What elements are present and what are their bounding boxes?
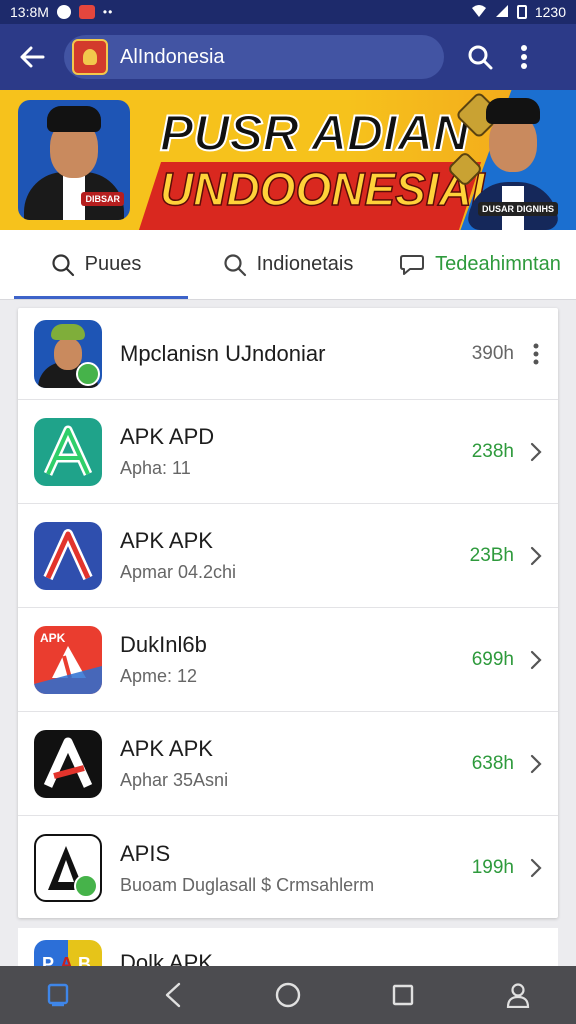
app-meta: 199h	[471, 857, 514, 878]
list-item[interactable]: APK APK Apmar 04.2chi 23Bh	[18, 504, 558, 608]
status-battery-text: 1230	[534, 4, 566, 20]
garuda-emblem-icon	[72, 39, 108, 75]
tab-label: Puues	[84, 253, 142, 275]
app-bar: AlIndonesia	[0, 24, 576, 90]
tab-indionetais[interactable]: Indionetais	[192, 230, 384, 299]
banner-title-line2: UNDOONESIAI	[159, 162, 485, 216]
back-icon[interactable]	[149, 971, 197, 1019]
chevron-right-icon[interactable]	[526, 439, 546, 465]
search-bar[interactable]: AlIndonesia	[64, 35, 444, 79]
overview-icon[interactable]	[379, 971, 427, 1019]
more-vert-icon[interactable]	[502, 35, 546, 79]
app-meta: 638h	[471, 752, 514, 774]
vpn-icon	[56, 5, 71, 19]
status-time: 13:8M	[10, 4, 49, 20]
list-item[interactable]: APK APD Apha: 11 238h	[18, 400, 558, 504]
chevron-right-icon[interactable]	[526, 855, 546, 881]
recent-apps-icon[interactable]	[34, 971, 82, 1019]
system-nav-bar	[0, 966, 576, 1024]
chevron-right-icon[interactable]	[526, 751, 546, 777]
list-item[interactable]: APK DukInl6b Apme: 12 699h	[18, 608, 558, 712]
search-icon[interactable]	[458, 35, 502, 79]
search-icon	[52, 253, 74, 276]
badge-icon	[74, 874, 98, 898]
status-right: 1230	[471, 4, 566, 21]
banner-right-tag: DUSAR DIGNIHS	[477, 202, 558, 216]
chevron-right-icon[interactable]	[526, 543, 546, 569]
apk-red-icon: APK	[34, 625, 102, 694]
more-notifications-icon: ••	[102, 5, 114, 19]
tab-tedeahimntan[interactable]: Tedeahimntan	[384, 230, 576, 299]
chevron-right-icon[interactable]	[526, 647, 546, 673]
tab-bar: Puues Indionetais Tedeahimntan	[0, 230, 576, 300]
tab-puues[interactable]: Puues	[0, 230, 192, 299]
banner-portrait-right: DUSAR DIGNIHS	[468, 90, 558, 230]
signal-icon	[495, 4, 509, 21]
back-arrow-icon[interactable]	[12, 37, 52, 77]
list-item[interactable]: Mpclanisn UJndoniar 390h	[18, 308, 558, 400]
search-bar-text: AlIndonesia	[120, 45, 225, 68]
tab-label: Tedeahimntan	[435, 253, 561, 275]
more-vert-icon[interactable]	[526, 341, 546, 367]
notification-app-icon	[78, 5, 95, 19]
banner-portrait-left: DIBSAR	[18, 100, 130, 220]
app-meta: 699h	[471, 648, 514, 670]
app-meta: 238h	[471, 440, 514, 462]
battery-icon	[516, 5, 527, 19]
wifi-icon	[471, 4, 487, 21]
list-item[interactable]: APIS Buoam Duglasall $ Crmsahlerm 199h	[18, 816, 558, 920]
app-meta: 23Bh	[469, 544, 514, 566]
letter-a-outline-icon	[34, 834, 102, 902]
list-item[interactable]: APK APK Aphar 35Asni 638h	[18, 712, 558, 816]
letter-a-green-icon	[34, 417, 102, 486]
app-list: Mpclanisn UJndoniar 390h APK APD Apha: 1…	[18, 308, 558, 918]
banner-title-line1: PUSR ADIAN	[159, 104, 470, 162]
letter-a-blue-icon	[34, 521, 102, 590]
status-left: 13:8M ••	[10, 4, 113, 20]
status-bar: 13:8M •• 1230	[0, 0, 576, 24]
badge-icon	[76, 361, 100, 386]
letter-a-black-icon	[34, 729, 102, 798]
search-icon	[224, 253, 246, 276]
tab-label: Indionetais	[256, 253, 354, 275]
banner-left-tag: DIBSAR	[81, 192, 124, 206]
app-meta: 390h	[471, 342, 514, 364]
person-icon	[34, 319, 102, 388]
profile-icon[interactable]	[494, 971, 542, 1019]
home-icon[interactable]	[264, 971, 312, 1019]
svg-text:APK: APK	[40, 631, 66, 645]
chat-bubble-icon	[400, 254, 425, 275]
promo-banner[interactable]: DIBSAR PUSR ADIAN UNDOONESIAI DUSAR DIGN…	[0, 90, 576, 230]
